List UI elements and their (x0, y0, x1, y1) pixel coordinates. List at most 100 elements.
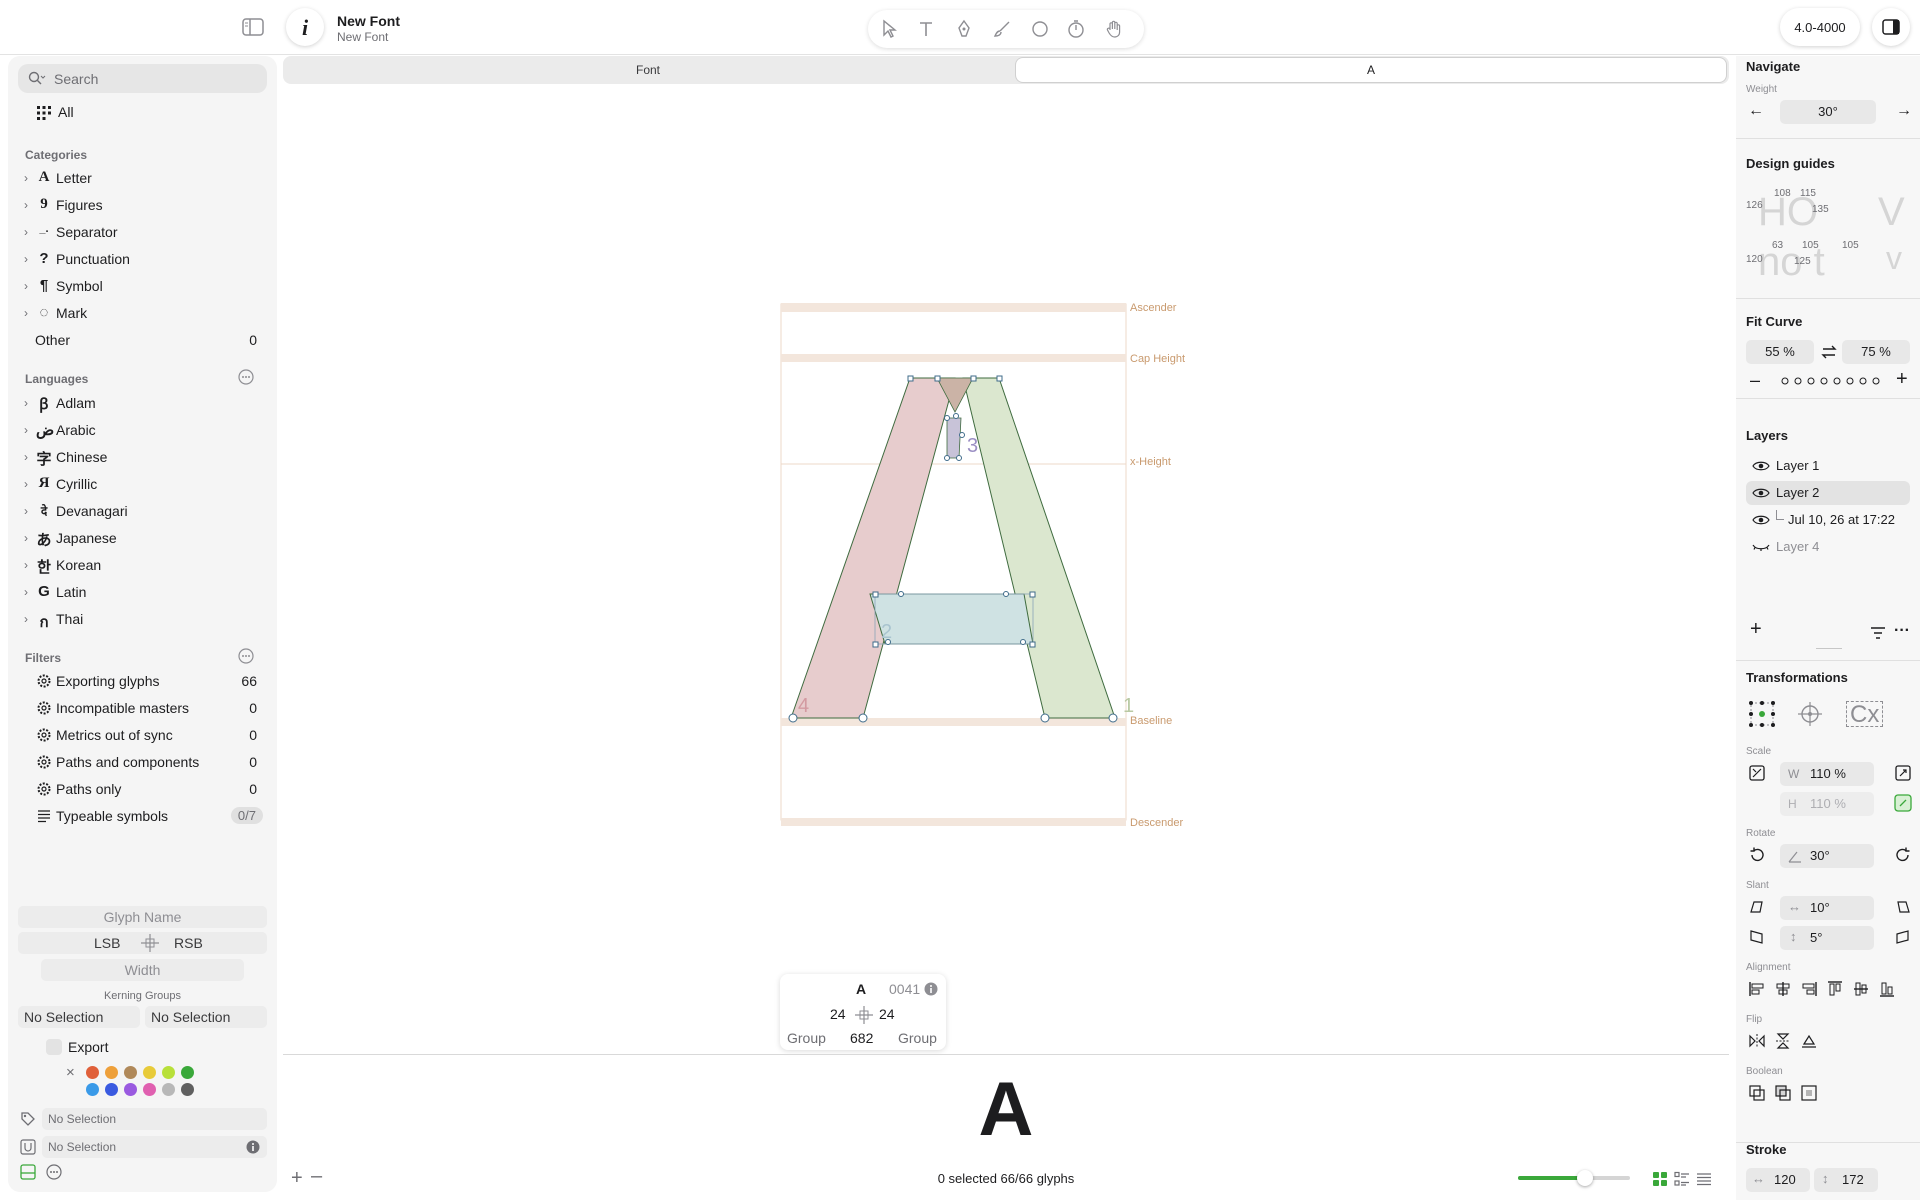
more-icon[interactable]: ··· (1894, 622, 1910, 640)
color-swatch[interactable] (105, 1083, 118, 1096)
layout-toggle-icon[interactable] (20, 1164, 36, 1180)
filter-item-incompatible-masters[interactable]: Incompatible masters 0 (8, 696, 277, 722)
language-item-latin[interactable]: › G Latin (8, 580, 277, 606)
clear-color-icon[interactable]: × (66, 1064, 75, 1081)
filter-item-paths-only[interactable]: Paths only 0 (8, 777, 277, 803)
color-swatch[interactable] (162, 1066, 175, 1079)
category-item-punctuation[interactable]: ›? Punctuation (8, 247, 277, 273)
category-item-separator[interactable]: › _. Separator (8, 220, 277, 246)
filter-icon[interactable] (1870, 626, 1886, 640)
rotate-field[interactable]: 30° (1780, 844, 1874, 868)
grid-view-icon[interactable] (1652, 1171, 1668, 1187)
color-swatch[interactable] (143, 1083, 156, 1096)
chevron-right-icon[interactable]: › (24, 450, 28, 464)
width-field[interactable]: Width (41, 959, 244, 981)
info-card-width[interactable]: 682 (850, 1030, 873, 1046)
rotate-ccw-icon[interactable] (1748, 846, 1766, 864)
list-detail-view-icon[interactable] (1674, 1171, 1690, 1187)
eye-icon[interactable] (1752, 514, 1770, 526)
sidebar-item-all[interactable]: All (8, 100, 277, 126)
fit-curve-steps[interactable] (1780, 376, 1880, 386)
languages-more-icon[interactable] (238, 369, 254, 385)
chevron-right-icon[interactable]: › (24, 531, 28, 545)
slant-left-icon[interactable] (1748, 898, 1766, 916)
left-stem-shape[interactable] (790, 377, 956, 719)
list-view-icon[interactable] (1696, 1171, 1712, 1187)
layer-item-backup[interactable]: Jul 10, 26 at 17:22 (1746, 508, 1910, 532)
filters-more-icon[interactable] (238, 648, 254, 664)
language-item-cyrillic[interactable]: › Я Cyrillic (8, 472, 277, 498)
slant-right-icon[interactable] (1894, 898, 1912, 916)
layer-item-4[interactable]: Layer 4 (1746, 535, 1910, 559)
category-item-symbol[interactable]: › ¶ Symbol (8, 274, 277, 300)
eye-closed-icon[interactable] (1752, 541, 1770, 553)
scale-height-field[interactable]: H 110 % (1780, 792, 1874, 816)
color-swatch[interactable] (162, 1083, 175, 1096)
eye-icon[interactable] (1752, 487, 1770, 499)
category-item-letter[interactable]: › A Letter (8, 166, 277, 192)
info-card-lsb[interactable]: 24 (830, 1006, 846, 1022)
stroke-width-field[interactable]: ↔ 120 (1746, 1168, 1810, 1192)
bounding-box-origin-icon[interactable] (1748, 700, 1776, 728)
layer-item-1[interactable]: Layer 1 (1746, 454, 1910, 478)
stroke-height-field[interactable]: ↕ 172 (1814, 1168, 1878, 1192)
chevron-right-icon[interactable]: › (24, 306, 28, 320)
layer-item-2[interactable]: Layer 2 (1746, 481, 1910, 505)
chevron-right-icon[interactable]: › (24, 585, 28, 599)
text-tool-icon[interactable] (916, 19, 936, 39)
tab-font[interactable]: Font (283, 56, 1013, 84)
shape-tool-icon[interactable] (1030, 19, 1050, 39)
color-swatch[interactable] (124, 1066, 137, 1079)
language-item-devanagari[interactable]: › दे Devanagari (8, 499, 277, 525)
language-item-adlam[interactable]: › ꞵ Adlam (8, 391, 277, 417)
flip-horizontal-icon[interactable] (1748, 1032, 1766, 1050)
chevron-right-icon[interactable]: › (24, 198, 28, 212)
proportional-lock-icon[interactable] (1894, 794, 1912, 812)
boolean-intersect-icon[interactable] (1800, 1084, 1818, 1102)
eye-icon[interactable] (1752, 460, 1770, 472)
info-circle-icon[interactable] (246, 1140, 260, 1154)
glyph-editor-svg[interactable]: Ascender Cap Height x-Height Baseline De… (283, 90, 1729, 1050)
color-swatch[interactable] (143, 1066, 156, 1079)
tab-glyph-a[interactable]: A (1016, 58, 1726, 82)
color-swatch[interactable] (86, 1066, 99, 1079)
info-button[interactable]: i (286, 8, 324, 46)
filter-item-metrics-out-of-sync[interactable]: Metrics out of sync 0 (8, 723, 277, 749)
swap-icon[interactable] (1820, 343, 1838, 361)
language-item-korean[interactable]: › 한 Korean (8, 553, 277, 579)
add-layer-button[interactable]: + (1750, 618, 1762, 641)
crosshair-origin-icon[interactable] (1796, 700, 1824, 728)
expand-icon[interactable] (1894, 764, 1912, 782)
glyph-name-field[interactable]: Glyph Name (18, 906, 267, 928)
info-card-left-group[interactable]: Group (787, 1030, 826, 1046)
chevron-right-icon[interactable]: › (24, 279, 28, 293)
filter-item-exporting-glyphs[interactable]: Exporting glyphs 66 (8, 669, 277, 695)
version-range-button[interactable]: 4.0-4000 (1780, 8, 1860, 46)
fit-curve-left-field[interactable]: 55 % (1746, 340, 1814, 364)
brush-tool-icon[interactable] (992, 19, 1012, 39)
flip-vertical-icon[interactable] (1774, 1032, 1792, 1050)
kerning-left-field[interactable]: No Selection (18, 1006, 140, 1028)
category-item-mark[interactable]: › ◌ Mark (8, 301, 277, 327)
slant-y-field[interactable]: ↕ 5° (1780, 926, 1874, 950)
inner-triangle-shape[interactable] (946, 417, 962, 459)
fit-curve-decrease-button[interactable]: – (1750, 370, 1760, 391)
boolean-subtract-icon[interactable] (1774, 1084, 1792, 1102)
chevron-right-icon[interactable]: › (24, 504, 28, 518)
weight-value-field[interactable]: 30° (1780, 100, 1876, 124)
zoom-slider-track[interactable] (1518, 1170, 1630, 1186)
arrow-left-icon[interactable]: ← (1748, 102, 1764, 120)
scale-width-field[interactable]: W 110 % (1780, 762, 1874, 786)
chevron-right-icon[interactable]: › (24, 396, 28, 410)
arrow-right-icon[interactable]: → (1896, 102, 1912, 120)
sidebar-toggle-icon[interactable] (242, 18, 264, 36)
align-right-icon[interactable] (1800, 980, 1818, 998)
language-item-japanese[interactable]: › あ Japanese (8, 526, 277, 552)
align-bottom-icon[interactable] (1878, 980, 1896, 998)
lsb-field[interactable]: LSB (94, 935, 120, 951)
language-item-arabic[interactable]: › ض Arabic (8, 418, 277, 444)
filter-item-typeable-symbols[interactable]: Typeable symbols 0/7 (8, 804, 277, 830)
unicode-field[interactable]: No Selection (42, 1136, 267, 1158)
color-swatch[interactable] (181, 1083, 194, 1096)
category-item-other[interactable]: Other 0 (8, 328, 277, 354)
